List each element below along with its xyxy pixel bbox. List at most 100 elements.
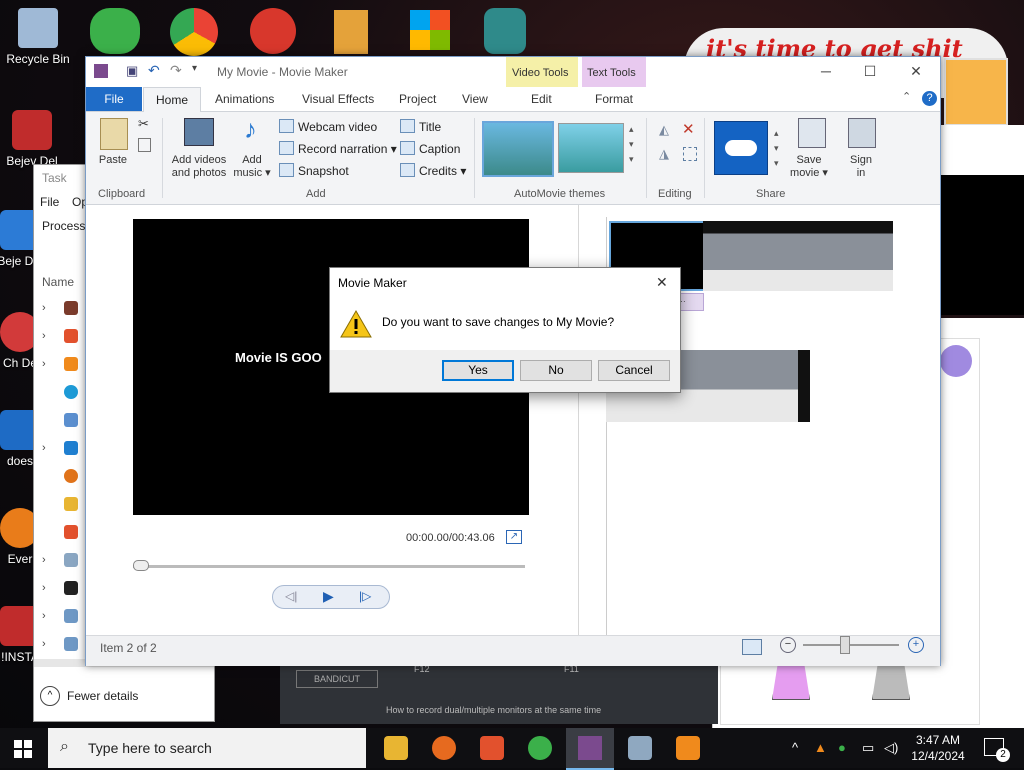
help-icon[interactable]: ? — [922, 91, 937, 106]
delete-icon[interactable]: ✕ — [682, 120, 695, 138]
vlc-tray-icon[interactable]: ▲ — [814, 740, 827, 755]
select-all-icon[interactable] — [683, 147, 697, 161]
menu-file[interactable]: File — [40, 195, 59, 209]
messenger-tray-icon[interactable]: ● — [838, 740, 846, 755]
caption-button[interactable]: Caption — [400, 141, 460, 156]
arrow-right-icon[interactable] — [940, 345, 972, 377]
messenger-taskbar-icon[interactable] — [528, 736, 552, 760]
chevron-up-icon[interactable]: ^ — [40, 686, 60, 706]
fullscreen-icon[interactable]: ↗ — [506, 530, 522, 544]
paste-icon[interactable] — [100, 118, 128, 150]
dialog-close-button[interactable]: ✕ — [656, 274, 668, 291]
chevron-right-icon: › — [42, 358, 46, 370]
onedrive-icon[interactable] — [714, 121, 768, 175]
game-character-icon[interactable] — [484, 8, 526, 54]
automovie-theme-2[interactable] — [558, 123, 624, 173]
maximize-button[interactable]: ☐ — [860, 63, 880, 80]
remote-desktop-icon[interactable] — [628, 736, 652, 760]
undo-icon[interactable]: ↶ — [148, 62, 160, 79]
save-icon[interactable]: ▣ — [126, 63, 138, 79]
task-manager-title: Task — [42, 171, 67, 185]
desktop-icon-bejeweled[interactable]: Bejev Del — [0, 110, 70, 168]
save-movie-button[interactable]: Save movie ▾ — [786, 154, 832, 180]
window-title: My Movie - Movie Maker — [217, 65, 348, 79]
vlc-icon[interactable] — [676, 736, 700, 760]
ribbon-tabs: Animations Visual Effects Project View E… — [86, 87, 940, 112]
rotate-left-icon[interactable]: ◭ — [659, 122, 669, 138]
themes-scroll-icon[interactable]: ▴ ▾ ▾ — [629, 122, 634, 167]
movie-maker-taskbar-button[interactable] — [566, 728, 614, 770]
gray-shape — [872, 664, 910, 700]
sign-in-button[interactable]: Sign in — [842, 154, 880, 180]
yes-button[interactable]: Yes — [442, 360, 514, 381]
user-icon[interactable] — [848, 118, 876, 148]
tab-view[interactable]: View — [462, 92, 488, 106]
seek-bar[interactable] — [133, 565, 525, 568]
credits-button[interactable]: Credits ▾ — [400, 163, 466, 178]
title-button[interactable]: Title — [400, 119, 441, 134]
chrome-icon[interactable] — [170, 8, 218, 56]
cancel-button[interactable]: Cancel — [598, 360, 670, 381]
taskbar-clock[interactable]: 3:47 AM 12/4/2024 — [900, 732, 976, 764]
windows-start-icon[interactable] — [14, 740, 32, 758]
windows-shield-icon[interactable] — [410, 10, 450, 50]
tab-home[interactable]: Home — [143, 87, 201, 112]
no-button[interactable]: No — [520, 360, 592, 381]
folder-app-icon[interactable] — [334, 10, 368, 54]
paste-button[interactable]: Paste — [94, 154, 132, 167]
tab-edit[interactable]: Edit — [531, 92, 552, 106]
zoom-out-icon[interactable]: − — [780, 637, 796, 653]
rotate-right-icon[interactable]: ◮ — [659, 146, 669, 162]
add-music-button[interactable]: Add music ▾ — [232, 154, 272, 180]
gear-icon — [64, 609, 78, 623]
minimize-button[interactable]: ─ — [816, 63, 836, 79]
context-video-tools: Video Tools — [506, 57, 578, 87]
seek-handle[interactable] — [133, 560, 149, 571]
snapshot-button[interactable]: Snapshot — [279, 163, 349, 178]
show-hidden-icons[interactable]: ^ — [792, 740, 798, 755]
file-explorer-icon[interactable] — [384, 736, 408, 760]
play-icon[interactable]: ▶ — [323, 588, 334, 605]
background-orange-panel — [944, 58, 1008, 126]
collapse-ribbon-icon[interactable]: ⌃ — [902, 90, 911, 103]
desktop-icon-recycle-bin[interactable]: Recycle Bin — [0, 8, 76, 66]
bandicut-hint[interactable]: How to record dual/multiple monitors at … — [386, 705, 601, 715]
tab-project[interactable]: Project — [399, 92, 436, 106]
storyboard-clip-video[interactable] — [703, 221, 893, 291]
previous-frame-icon[interactable]: ◁| — [285, 589, 297, 603]
app-p-icon[interactable] — [250, 8, 296, 54]
thumbnail-size-icon[interactable] — [742, 639, 762, 655]
add-videos-button[interactable]: Add videos and photos — [166, 154, 232, 180]
quick-access-dropdown-icon[interactable]: ▾ — [192, 63, 197, 74]
tab-format[interactable]: Format — [595, 92, 633, 106]
fewer-details-link[interactable]: Fewer details — [67, 689, 138, 703]
tab-animations[interactable]: Animations — [215, 92, 274, 106]
redo-icon[interactable]: ↷ — [170, 62, 182, 79]
share-scroll-icon[interactable]: ▴ ▾ ▾ — [774, 126, 779, 171]
brave-icon[interactable] — [480, 736, 504, 760]
zoom-handle[interactable] — [840, 636, 850, 654]
add-videos-icon[interactable] — [184, 118, 214, 146]
volume-icon[interactable]: ◁) — [884, 740, 898, 756]
copy-icon[interactable] — [138, 138, 151, 152]
record-narration-button[interactable]: Record narration ▾ — [279, 141, 397, 156]
next-frame-icon[interactable]: |▷ — [359, 589, 371, 603]
caption-label: Caption — [419, 142, 461, 156]
zoom-slider[interactable] — [803, 644, 899, 646]
automovie-theme-1[interactable] — [482, 121, 554, 177]
music-note-icon[interactable]: ♪ — [244, 114, 257, 145]
column-name[interactable]: Name — [42, 275, 74, 289]
app-icon — [64, 301, 78, 315]
network-icon[interactable]: ▭ — [862, 740, 874, 756]
save-movie-line1: Save — [796, 154, 822, 166]
webcam-video-button[interactable]: Webcam video — [279, 119, 377, 134]
cut-icon[interactable]: ✂ — [138, 116, 149, 132]
messenger-icon[interactable] — [90, 8, 140, 54]
tab-file[interactable]: File — [86, 87, 142, 111]
firefox-icon[interactable] — [432, 736, 456, 760]
zoom-in-icon[interactable]: + — [908, 637, 924, 653]
group-share: Share — [756, 188, 786, 200]
tab-visual-effects[interactable]: Visual Effects — [302, 92, 374, 106]
save-movie-icon[interactable] — [798, 118, 826, 148]
close-button[interactable]: ✕ — [906, 63, 926, 80]
